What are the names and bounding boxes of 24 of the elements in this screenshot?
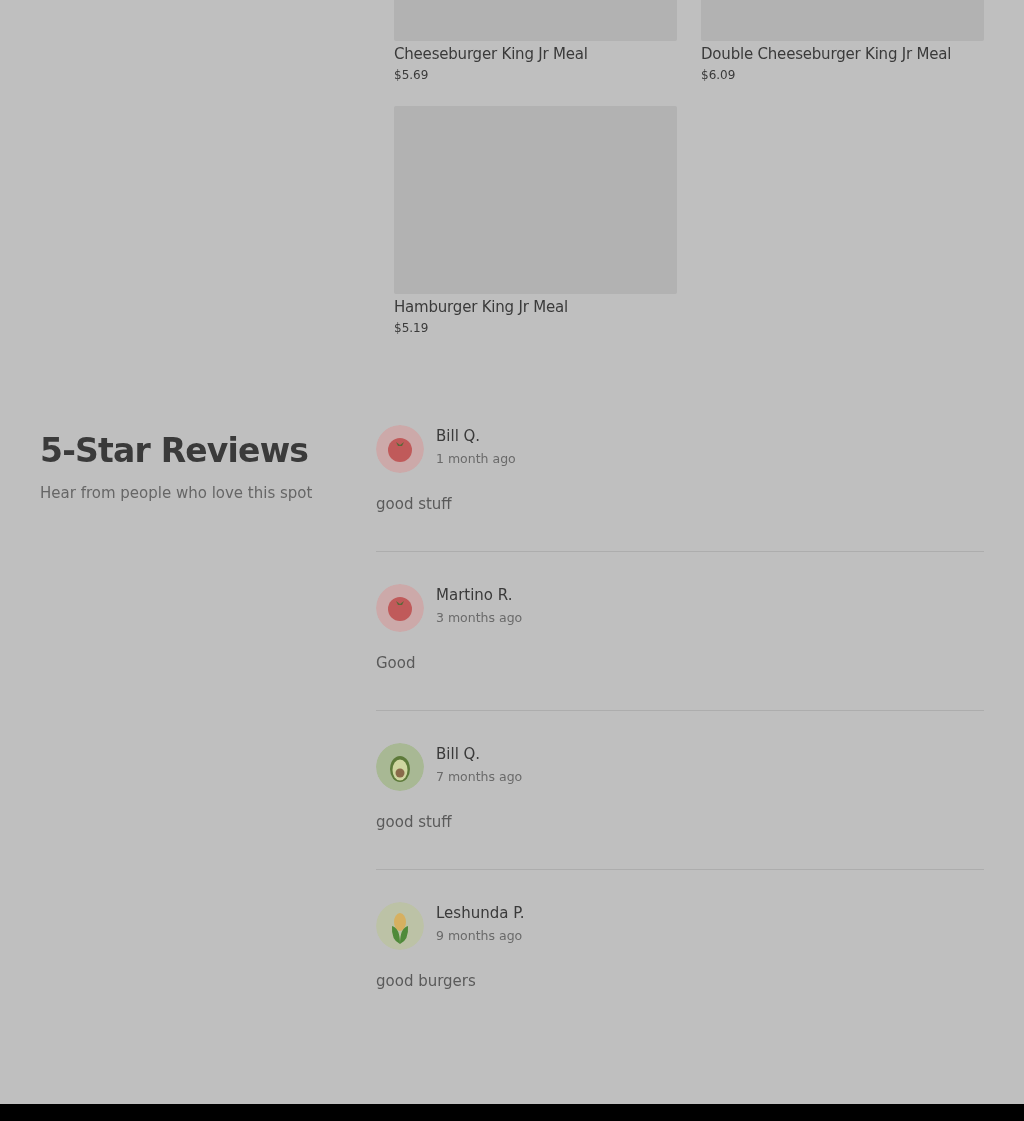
avatar-icon [376,425,424,473]
review-date: 7 months ago [436,769,523,784]
review-text: good burgers [376,972,477,990]
review-date: 9 months ago [436,928,524,943]
reviewer-name: Bill Q. [436,745,482,763]
item-price: $5.19 [394,321,430,335]
avatar-icon [376,584,424,632]
review-date: 1 month ago [436,451,516,466]
reviewer-name: Leshunda P. [436,904,525,922]
reviewer-name: Bill Q. [436,427,482,445]
review-text: good stuff [376,813,453,831]
review-date: 3 months ago [436,610,523,625]
item-name: Double Cheeseburger King Jr Meal [701,45,953,63]
item-price: $5.69 [394,68,430,82]
item-price: $6.09 [701,68,737,82]
review-text: Good [376,654,417,672]
section-title: 5-Star Reviews [40,431,310,470]
item-name: Cheeseburger King Jr Meal [394,45,589,63]
avatar-icon [376,743,424,791]
section-subtitle: Hear from people who love this spot [40,484,314,502]
reviewer-name: Martino R. [436,586,514,604]
item-name: Hamburger King Jr Meal [394,298,569,316]
review-text: good stuff [376,495,453,513]
avatar-icon [376,902,424,950]
